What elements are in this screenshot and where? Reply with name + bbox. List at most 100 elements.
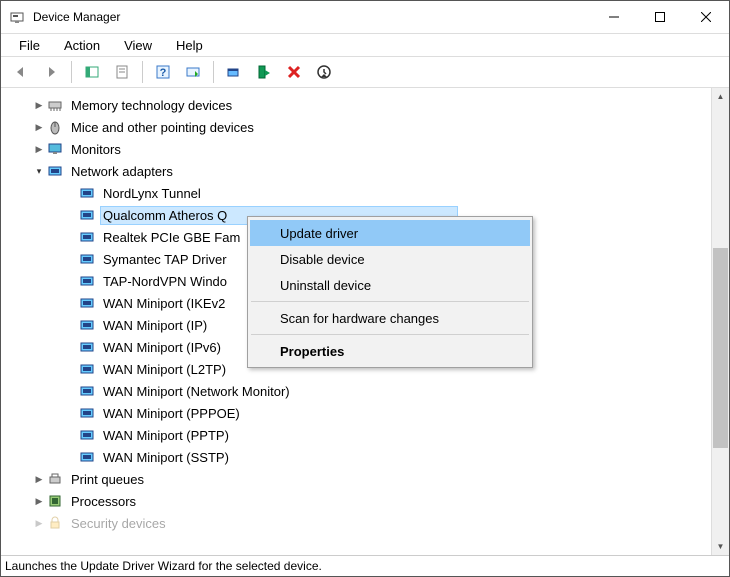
app-icon <box>9 9 25 25</box>
menu-file[interactable]: File <box>9 36 50 55</box>
network-adapter-icon <box>79 449 95 465</box>
network-adapter-icon <box>79 207 95 223</box>
tree-category-print-queues[interactable]: ▶ Print queues <box>7 468 711 490</box>
chevron-right-icon[interactable]: ▶ <box>31 97 47 113</box>
window-title: Device Manager <box>33 10 120 24</box>
update-driver-button[interactable] <box>221 59 247 85</box>
content-area: ▶ Memory technology devices ▶ Mice and o… <box>1 88 729 555</box>
help-button[interactable]: ? <box>150 59 176 85</box>
chevron-right-icon[interactable]: ▶ <box>31 141 47 157</box>
tree-item-wan-sstp[interactable]: WAN Miniport (SSTP) <box>7 446 711 468</box>
tree-label: WAN Miniport (PPTP) <box>101 427 231 444</box>
tree-item-nordlynx[interactable]: NordLynx Tunnel <box>7 182 711 204</box>
network-adapter-icon <box>79 229 95 245</box>
tree-label: WAN Miniport (L2TP) <box>101 361 228 378</box>
menu-help[interactable]: Help <box>166 36 213 55</box>
processor-icon <box>47 493 63 509</box>
tree-label: WAN Miniport (PPPOE) <box>101 405 242 422</box>
titlebar: Device Manager <box>1 1 729 34</box>
minimize-button[interactable] <box>591 2 637 33</box>
chevron-right-icon[interactable]: ▶ <box>31 515 47 531</box>
tree-label: WAN Miniport (SSTP) <box>101 449 231 466</box>
toolbar: ? <box>1 57 729 88</box>
menu-uninstall-device[interactable]: Uninstall device <box>250 272 530 298</box>
menu-view[interactable]: View <box>114 36 162 55</box>
show-hide-tree-button[interactable] <box>79 59 105 85</box>
menu-update-driver[interactable]: Update driver <box>250 220 530 246</box>
tree-label: WAN Miniport (IP) <box>101 317 209 334</box>
scroll-thumb[interactable] <box>713 248 728 448</box>
tree-label: Symantec TAP Driver <box>101 251 229 268</box>
maximize-button[interactable] <box>637 2 683 33</box>
tree-category-monitors[interactable]: ▶ Monitors <box>7 138 711 160</box>
printer-icon <box>47 471 63 487</box>
tree-item-wan-netmon[interactable]: WAN Miniport (Network Monitor) <box>7 380 711 402</box>
device-tree[interactable]: ▶ Memory technology devices ▶ Mice and o… <box>1 88 711 555</box>
back-button[interactable] <box>8 59 34 85</box>
tree-label: Print queues <box>69 471 146 488</box>
mouse-icon <box>47 119 63 135</box>
memory-icon <box>47 97 63 113</box>
menu-disable-device[interactable]: Disable device <box>250 246 530 272</box>
network-adapter-icon <box>47 163 63 179</box>
tree-label: Monitors <box>69 141 123 158</box>
tree-label: Mice and other pointing devices <box>69 119 256 136</box>
scan-hardware-button[interactable] <box>180 59 206 85</box>
tree-label: WAN Miniport (Network Monitor) <box>101 383 292 400</box>
chevron-right-icon[interactable]: ▶ <box>31 493 47 509</box>
forward-button[interactable] <box>38 59 64 85</box>
tree-label: WAN Miniport (IKEv2 <box>101 295 227 312</box>
tree-label: NordLynx Tunnel <box>101 185 203 202</box>
menu-label: Scan for hardware changes <box>280 311 439 326</box>
tree-category-network-adapters[interactable]: ▾ Network adapters <box>7 160 711 182</box>
menu-label: Update driver <box>280 226 358 241</box>
menu-label: Properties <box>280 344 344 359</box>
chevron-down-icon[interactable]: ▾ <box>31 163 47 179</box>
status-text: Launches the Update Driver Wizard for th… <box>5 559 322 573</box>
menu-label: Disable device <box>280 252 365 267</box>
monitor-icon <box>47 141 63 157</box>
menu-label: Uninstall device <box>280 278 371 293</box>
disable-device-button[interactable] <box>311 59 337 85</box>
vertical-scrollbar[interactable]: ▲ ▼ <box>711 88 729 555</box>
uninstall-device-button[interactable] <box>281 59 307 85</box>
tree-category-processors[interactable]: ▶ Processors <box>7 490 711 512</box>
tree-category-memory-technology[interactable]: ▶ Memory technology devices <box>7 94 711 116</box>
tree-item-wan-pptp[interactable]: WAN Miniport (PPTP) <box>7 424 711 446</box>
scroll-up-arrow[interactable]: ▲ <box>712 88 729 105</box>
network-adapter-icon <box>79 295 95 311</box>
network-adapter-icon <box>79 251 95 267</box>
menu-scan-hardware[interactable]: Scan for hardware changes <box>250 305 530 331</box>
tree-label: Security devices <box>69 515 168 532</box>
network-adapter-icon <box>79 317 95 333</box>
network-adapter-icon <box>79 361 95 377</box>
network-adapter-icon <box>79 273 95 289</box>
tree-category-mice[interactable]: ▶ Mice and other pointing devices <box>7 116 711 138</box>
tree-label: WAN Miniport (IPv6) <box>101 339 223 356</box>
enable-device-button[interactable] <box>251 59 277 85</box>
menu-action[interactable]: Action <box>54 36 110 55</box>
tree-label: TAP-NordVPN Windo <box>101 273 229 290</box>
menu-separator <box>251 334 529 335</box>
network-adapter-icon <box>79 185 95 201</box>
tree-category-security-devices[interactable]: ▶ Security devices <box>7 512 711 534</box>
network-adapter-icon <box>79 383 95 399</box>
properties-button[interactable] <box>109 59 135 85</box>
network-adapter-icon <box>79 339 95 355</box>
menu-properties[interactable]: Properties <box>250 338 530 364</box>
menubar: File Action View Help <box>1 34 729 57</box>
scroll-down-arrow[interactable]: ▼ <box>712 538 729 555</box>
close-button[interactable] <box>683 2 729 33</box>
device-manager-window: Device Manager File Action View Help ? ▶ <box>0 0 730 577</box>
menu-separator <box>251 301 529 302</box>
tree-label: Memory technology devices <box>69 97 234 114</box>
security-icon <box>47 515 63 531</box>
network-adapter-icon <box>79 405 95 421</box>
tree-label: Realtek PCIe GBE Fam <box>101 229 242 246</box>
chevron-right-icon[interactable]: ▶ <box>31 119 47 135</box>
tree-item-wan-pppoe[interactable]: WAN Miniport (PPPOE) <box>7 402 711 424</box>
chevron-right-icon[interactable]: ▶ <box>31 471 47 487</box>
status-bar: Launches the Update Driver Wizard for th… <box>1 555 729 576</box>
svg-text:?: ? <box>160 67 167 79</box>
tree-label: Processors <box>69 493 138 510</box>
